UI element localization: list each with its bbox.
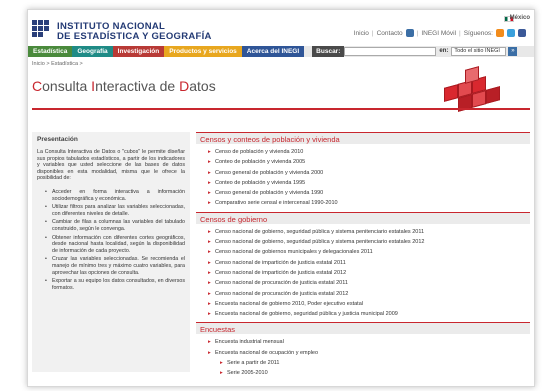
tab-geografia[interactable]: Geografía	[72, 46, 113, 57]
feature-item: Cambiar de filas a columnas las variable…	[45, 219, 185, 232]
search-go-button[interactable]: »	[508, 47, 518, 56]
datasets-panel: Censos y conteos de población y vivienda…	[196, 132, 530, 382]
search-label: Buscar:	[312, 46, 345, 57]
title-divider	[32, 108, 530, 110]
dataset-link[interactable]: Censo nacional de gobierno, seguridad pú…	[208, 237, 530, 248]
inegi-logo-icon[interactable]	[32, 20, 54, 42]
dataset-link[interactable]: Censo nacional de impartición de justici…	[208, 268, 530, 279]
dataset-link[interactable]: Encuesta nacional de ocupación y empleo	[208, 348, 530, 359]
link-inegi-movil[interactable]: INEGI Móvil	[421, 30, 456, 37]
label-siguenos: Síguenos:	[463, 29, 493, 37]
presentation-panel: Presentación La Consulta Interactiva de …	[32, 132, 190, 372]
scope-label: en:	[439, 48, 449, 54]
dataset-list-encuestas: Encuesta industrial mensual Encuesta nac…	[196, 334, 530, 381]
contact-icon[interactable]	[405, 29, 414, 37]
dataset-link[interactable]: Censo nacional de gobiernos municipales …	[208, 247, 530, 258]
tab-investigacion[interactable]: Investigación	[112, 46, 165, 57]
tab-estadistica[interactable]: Estadística	[28, 46, 73, 57]
dataset-link[interactable]: Censo nacional de procuración de justici…	[208, 289, 530, 300]
facebook-icon[interactable]	[518, 29, 526, 37]
dataset-link[interactable]: Censo general de población y vivienda 19…	[208, 188, 530, 199]
dataset-link[interactable]: Comparativo serie censal e intercensal 1…	[208, 198, 530, 209]
rss-icon[interactable]	[496, 29, 504, 37]
dataset-link[interactable]: Conteo de población y vivienda 2005	[208, 157, 530, 168]
section-header-encuestas: Encuestas	[196, 322, 530, 335]
dataset-link[interactable]: Encuesta nacional de gobierno, seguridad…	[208, 309, 530, 320]
feature-item: Exportar a su equipo los datos consultad…	[45, 278, 185, 291]
section-header-censos-poblacion: Censos y conteos de población y vivienda	[196, 132, 530, 144]
feature-item: Acceder en forma interactiva a informaci…	[45, 189, 185, 202]
feature-list: Acceder en forma interactiva a informaci…	[37, 189, 185, 291]
feature-item: Cruzar las variables seleccionadas. Se r…	[45, 256, 185, 276]
dataset-list-censos-gobierno: Censo nacional de gobierno, seguridad pú…	[196, 224, 530, 323]
dataset-link[interactable]: Conteo de población y vivienda 1995	[208, 178, 530, 189]
tab-acerca-inegi[interactable]: Acerca del INEGI	[241, 46, 305, 57]
page-title: Consulta Interactiva de Datos	[32, 78, 216, 94]
presentation-heading: Presentación	[37, 136, 78, 143]
link-inicio[interactable]: Inicio	[354, 30, 369, 37]
dataset-link[interactable]: Censo general de población y vivienda 20…	[208, 168, 530, 179]
breadcrumb[interactable]: Inicio > Estadística >	[32, 61, 83, 67]
logo-title-line2[interactable]: DE ESTADÍSTICA Y GEOGRAFÍA	[57, 31, 212, 42]
link-contacto[interactable]: Contacto	[377, 30, 403, 37]
dataset-link[interactable]: Censo de población y vivienda 2010	[208, 147, 530, 158]
dataset-link[interactable]: Encuesta industrial mensual	[208, 337, 530, 348]
dataset-link[interactable]: Censo nacional de gobierno, seguridad pú…	[208, 227, 530, 238]
scope-select[interactable]: Todo el sitio INEGI	[451, 47, 507, 56]
top-links: Inicio | Contacto | INEGI Móvil | Síguenos…	[354, 29, 526, 37]
country-label[interactable]: México	[510, 15, 530, 21]
dataset-link[interactable]: Censo nacional de impartición de justici…	[208, 258, 530, 269]
feature-item: Obtener información con diferentes corte…	[45, 235, 185, 255]
feature-item: Utilizar filtros para analizar las varia…	[45, 204, 185, 217]
twitter-icon[interactable]	[507, 29, 515, 37]
search-input[interactable]	[344, 47, 437, 56]
dataset-sublink[interactable]: Serie 2005-2010	[208, 368, 530, 379]
dataset-link[interactable]: Censo nacional de procuración de justici…	[208, 278, 530, 289]
presentation-intro: La Consulta Interactiva de Datos o "cubo…	[37, 149, 185, 182]
dataset-link[interactable]: Encuesta nacional de gobierno 2010, Pode…	[208, 299, 530, 310]
section-header-censos-gobierno: Censos de gobierno	[196, 211, 530, 224]
browser-frame: INSTITUTO NACIONAL DE ESTADÍSTICA Y GEOG…	[27, 9, 535, 387]
dataset-list-censos-poblacion: Censo de población y vivienda 2010 Conte…	[196, 144, 530, 212]
dataset-sublink[interactable]: Serie a partir de 2011	[208, 358, 530, 369]
main-nav: Estadística Geografía Investigación Prod…	[28, 46, 534, 57]
tab-productos-servicios[interactable]: Productos y servicios	[164, 46, 242, 57]
